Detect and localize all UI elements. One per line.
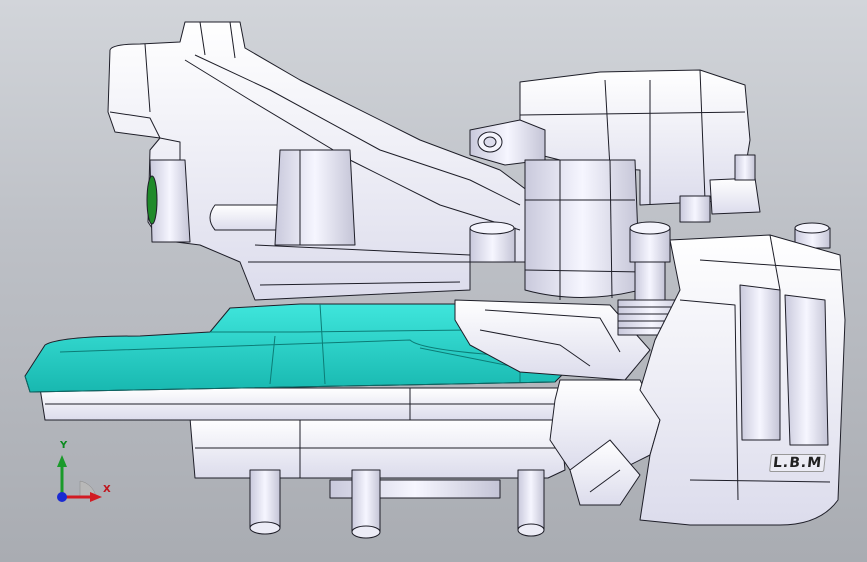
graphics-viewport[interactable]: L.B.M X Y	[0, 0, 867, 562]
caliper-part-label: L.B.M	[769, 454, 827, 472]
brake-disc	[39, 387, 626, 421]
triad-y-label: Y	[60, 440, 68, 451]
3d-model-view[interactable]	[0, 0, 867, 562]
triad-x-label: X	[103, 484, 111, 495]
coordinate-triad: X Y	[40, 435, 130, 515]
bearing-seal-accent	[146, 175, 158, 225]
triad-axes-icon	[57, 455, 102, 502]
